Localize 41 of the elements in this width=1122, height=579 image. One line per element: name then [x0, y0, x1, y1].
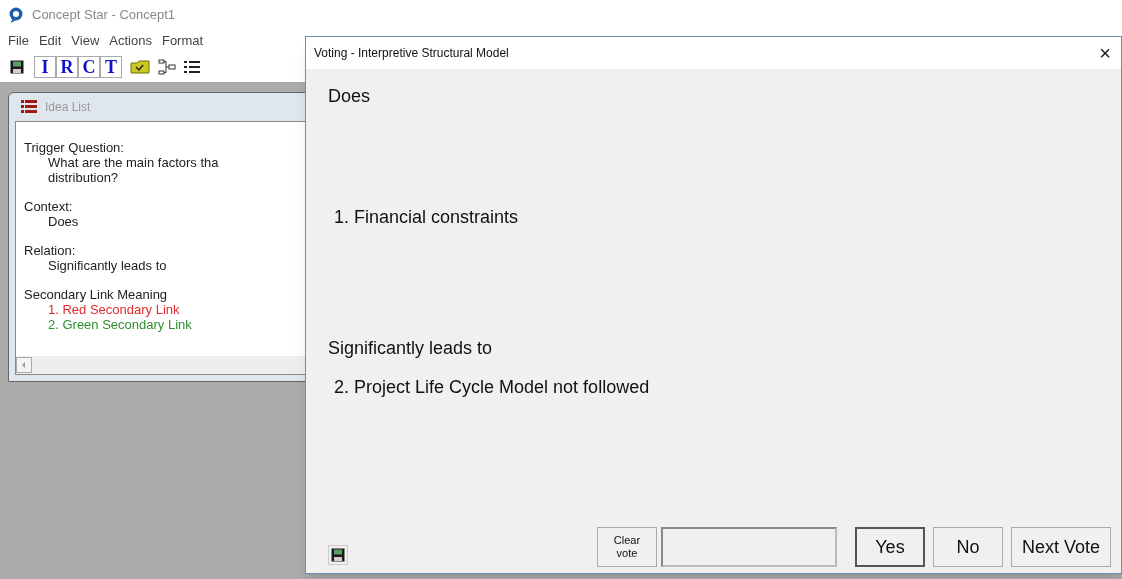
menu-item[interactable]: Format — [161, 31, 204, 51]
clear-vote-button[interactable]: Clear vote — [596, 527, 657, 567]
section-line: What are the main factors tha — [47, 155, 220, 170]
list-icon — [21, 100, 37, 114]
save-icon — [10, 60, 24, 74]
section-heading: Secondary Link Meaning — [24, 287, 169, 302]
section-line: 1. Red Secondary Link — [47, 302, 181, 317]
section-heading: Context: — [24, 199, 74, 214]
hierarchy-icon[interactable] — [158, 59, 176, 75]
section-heading: Relation: — [24, 243, 77, 258]
app-logo-icon — [8, 7, 24, 23]
relation-text: Significantly leads to — [328, 337, 494, 360]
toolbar-button[interactable]: R — [56, 56, 78, 78]
section-line: Does — [47, 214, 80, 229]
menu-item[interactable]: View — [71, 31, 100, 51]
list-icon[interactable] — [184, 59, 200, 75]
menu-item[interactable]: Edit — [38, 31, 62, 51]
idea-text: 2. Project Life Cycle Model not followed — [333, 376, 651, 399]
close-button[interactable]: × — [1095, 43, 1115, 63]
context-text: Does — [328, 85, 372, 108]
section-heading: Trigger Question: — [24, 140, 125, 155]
vote-button[interactable]: Next Vote — [1010, 527, 1111, 567]
panel-title: Idea List — [45, 99, 91, 116]
toolbar-button[interactable]: T — [100, 56, 122, 78]
section-line: Significantly leads to — [47, 258, 168, 273]
vote-field[interactable] — [660, 527, 837, 567]
menu-item[interactable]: Actions — [109, 31, 152, 51]
toolbar-button[interactable]: I — [34, 56, 56, 78]
vote-button[interactable]: Yes — [854, 527, 925, 567]
idea-text: 1. Financial constraints — [333, 206, 520, 229]
save-button[interactable] — [8, 58, 26, 76]
dialog-title: Voting - Interpretive Structural Model — [314, 45, 509, 62]
save-button[interactable] — [328, 545, 348, 565]
toolbar-button[interactable]: C — [78, 56, 100, 78]
save-icon — [331, 548, 345, 562]
folder-icon[interactable] — [130, 59, 150, 75]
window-title: Concept Star - Concept1 — [32, 6, 176, 25]
menu-item[interactable]: File — [8, 31, 29, 51]
section-line: 2. Green Secondary Link — [47, 317, 193, 332]
vote-button[interactable]: No — [932, 527, 1003, 567]
section-line: distribution? — [47, 170, 120, 185]
